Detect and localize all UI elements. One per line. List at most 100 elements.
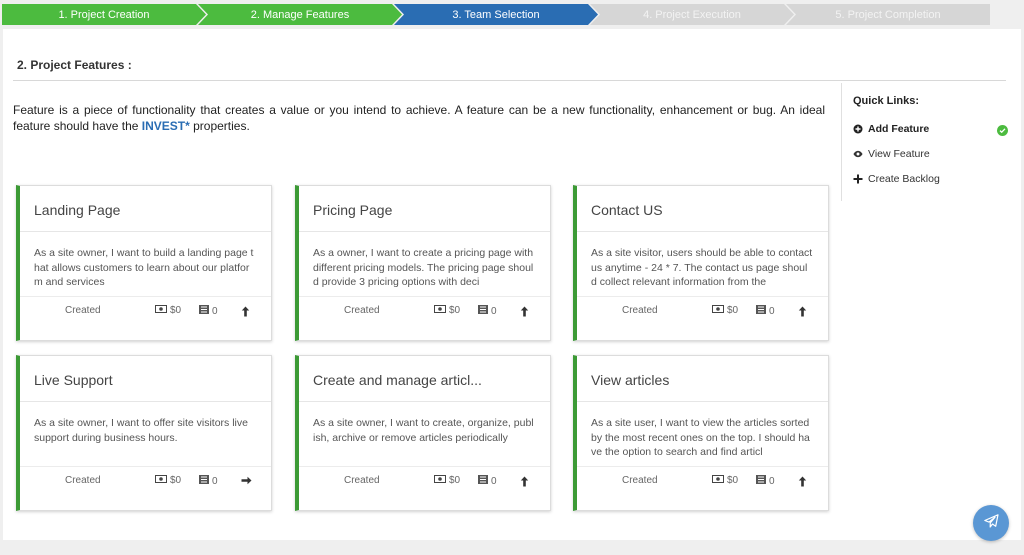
feature-title[interactable]: Landing Page bbox=[34, 202, 120, 218]
divider bbox=[299, 231, 550, 232]
divider bbox=[299, 466, 550, 467]
feature-cost: $0 bbox=[434, 475, 460, 486]
send-icon bbox=[983, 513, 999, 533]
up-arrow-icon[interactable] bbox=[520, 476, 529, 490]
feature-title[interactable]: Contact US bbox=[591, 202, 663, 218]
feature-title[interactable]: Pricing Page bbox=[313, 202, 392, 218]
divider bbox=[20, 466, 271, 467]
feature-description: As a site user, I want to view the artic… bbox=[591, 417, 810, 458]
up-arrow-icon[interactable] bbox=[520, 306, 529, 320]
feature-footer: Created $0 0 bbox=[20, 305, 271, 319]
cost-value: $0 bbox=[449, 475, 461, 486]
step-team-selection[interactable]: 3. Team Selection bbox=[394, 4, 598, 25]
divider bbox=[20, 231, 271, 232]
step-project-completion[interactable]: 5. Project Completion bbox=[786, 4, 990, 25]
feature-card[interactable]: View articles As a site user, I want to v… bbox=[573, 355, 829, 511]
cost-value: $0 bbox=[727, 475, 739, 486]
feature-card[interactable]: Pricing Page As a owner, I want to create… bbox=[295, 185, 551, 341]
list-icon bbox=[199, 305, 209, 317]
money-icon bbox=[712, 305, 724, 316]
section-title: 2. Project Features : bbox=[17, 58, 132, 72]
quick-links-panel: Quick Links: Add Feature View Feature Cr… bbox=[841, 83, 1011, 201]
quick-link-label: Add Feature bbox=[868, 123, 930, 135]
feature-count: 0 bbox=[756, 475, 775, 487]
feature-status: Created bbox=[65, 305, 101, 316]
step-manage-features[interactable]: 2. Manage Features bbox=[198, 4, 402, 25]
plus-icon bbox=[853, 174, 863, 184]
feature-footer: Created $0 0 bbox=[299, 305, 550, 319]
feature-cost: $0 bbox=[155, 475, 181, 486]
step-label: 1. Project Creation bbox=[58, 8, 150, 21]
money-icon bbox=[712, 475, 724, 486]
feature-title[interactable]: Live Support bbox=[34, 372, 113, 388]
right-arrow-icon[interactable] bbox=[241, 476, 252, 488]
feature-description: As a owner, I want to create a pricing p… bbox=[313, 247, 534, 288]
step-project-execution[interactable]: 4. Project Execution bbox=[590, 4, 794, 25]
count-value: 0 bbox=[769, 475, 775, 487]
feature-count: 0 bbox=[199, 305, 218, 317]
quick-link-create-backlog[interactable]: Create Backlog bbox=[853, 173, 940, 185]
divider bbox=[577, 401, 828, 402]
cost-value: $0 bbox=[727, 305, 739, 316]
plus-circle-icon bbox=[853, 124, 863, 134]
quick-link-add-feature[interactable]: Add Feature bbox=[853, 123, 929, 135]
feature-card[interactable]: Landing Page As a site owner, I want to b… bbox=[16, 185, 272, 341]
money-icon bbox=[434, 475, 446, 486]
list-icon bbox=[199, 475, 209, 487]
cost-value: $0 bbox=[170, 305, 182, 316]
progress-stepper: 1. Project Creation 2. Manage Features 3… bbox=[2, 4, 1022, 25]
count-value: 0 bbox=[212, 475, 218, 487]
feature-count: 0 bbox=[756, 305, 775, 317]
feature-footer: Created $0 0 bbox=[577, 475, 828, 489]
feature-status: Created bbox=[622, 305, 658, 316]
feature-count: 0 bbox=[478, 475, 497, 487]
feature-count: 0 bbox=[199, 475, 218, 487]
feature-cost: $0 bbox=[155, 305, 181, 316]
list-icon bbox=[756, 305, 766, 317]
feature-cost: $0 bbox=[712, 305, 738, 316]
eye-icon bbox=[853, 149, 863, 159]
divider bbox=[577, 296, 828, 297]
money-icon bbox=[434, 305, 446, 316]
up-arrow-icon[interactable] bbox=[241, 306, 250, 320]
up-arrow-icon[interactable] bbox=[798, 476, 807, 490]
feature-intro: Feature is a piece of functionality that… bbox=[13, 102, 825, 134]
up-arrow-icon[interactable] bbox=[798, 306, 807, 320]
divider bbox=[577, 231, 828, 232]
feature-title[interactable]: View articles bbox=[591, 372, 669, 388]
quick-link-label: Create Backlog bbox=[868, 173, 940, 185]
intro-text: Feature is a piece of functionality that… bbox=[13, 103, 825, 133]
divider bbox=[299, 296, 550, 297]
cost-value: $0 bbox=[170, 475, 182, 486]
feature-card[interactable]: Create and manage articl... As a site own… bbox=[295, 355, 551, 511]
feature-status: Created bbox=[344, 305, 380, 316]
feature-status: Created bbox=[344, 475, 380, 486]
count-value: 0 bbox=[491, 305, 497, 317]
divider bbox=[299, 401, 550, 402]
feature-description: As a site visitor, users should be able … bbox=[591, 247, 813, 288]
feature-footer: Created $0 0 bbox=[299, 475, 550, 489]
send-button[interactable] bbox=[973, 505, 1009, 541]
quick-link-label: View Feature bbox=[868, 148, 930, 160]
feature-title[interactable]: Create and manage articl... bbox=[313, 372, 482, 388]
feature-status: Created bbox=[622, 475, 658, 486]
feature-card[interactable]: Live Support As a site owner, I want to o… bbox=[16, 355, 272, 511]
feature-cost: $0 bbox=[712, 475, 738, 486]
check-circle-icon bbox=[997, 125, 1008, 136]
feature-count: 0 bbox=[478, 305, 497, 317]
count-value: 0 bbox=[491, 475, 497, 487]
step-project-creation[interactable]: 1. Project Creation bbox=[2, 4, 206, 25]
quick-link-view-feature[interactable]: View Feature bbox=[853, 148, 930, 160]
invest-link[interactable]: INVEST* bbox=[142, 119, 190, 133]
divider bbox=[20, 296, 271, 297]
quick-links-title: Quick Links: bbox=[853, 95, 920, 107]
count-value: 0 bbox=[769, 305, 775, 317]
feature-description: As a site owner, I want to create, organ… bbox=[313, 417, 534, 444]
money-icon bbox=[155, 305, 167, 316]
feature-footer: Created $0 0 bbox=[20, 475, 271, 489]
list-icon bbox=[478, 305, 488, 317]
divider bbox=[577, 466, 828, 467]
feature-card[interactable]: Contact US As a site visitor, users shoul… bbox=[573, 185, 829, 341]
step-label: 3. Team Selection bbox=[452, 8, 540, 21]
feature-status: Created bbox=[65, 475, 101, 486]
